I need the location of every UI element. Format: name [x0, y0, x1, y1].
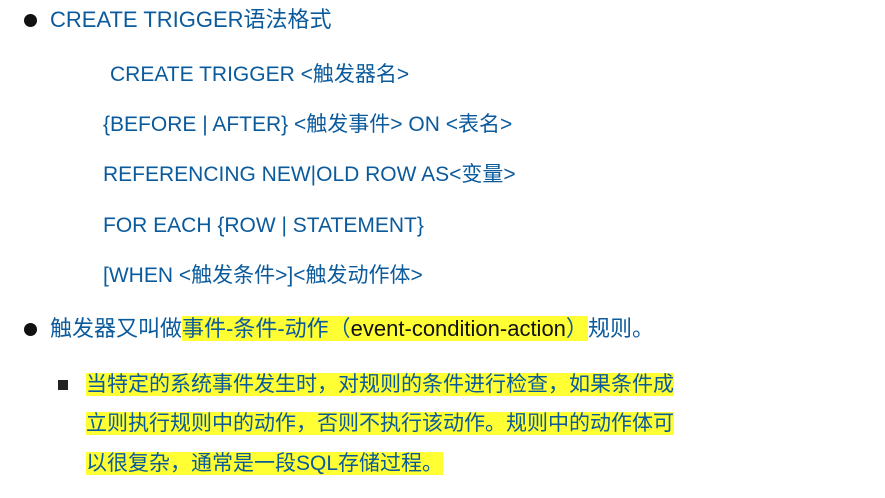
heading-create-trigger: CREATE TRIGGER语法格式	[50, 7, 332, 32]
definition-prefix: 触发器又叫做	[50, 316, 183, 341]
sub-line-2: 立则执行规则中的动作，否则不执行该动作。规则中的动作体可	[86, 410, 674, 438]
definition-suffix: 规则。	[587, 316, 654, 341]
sub-line-1: 当特定的系统事件发生时，对规则的条件进行检查，如果条件成	[86, 371, 674, 399]
bullet-dot-1	[24, 14, 37, 27]
sub-line-1-text: 当特定的系统事件发生时，对规则的条件进行检查，如果条件成	[86, 373, 674, 396]
sub-line-3: 以很复杂，通常是一段SQL存储过程。	[86, 450, 444, 478]
syntax-line-5: [WHEN <触发条件>]<触发动作体>	[103, 264, 423, 287]
syntax-line-4: FOR EACH {ROW | STATEMENT}	[103, 214, 424, 237]
sub-line-2-text: 立则执行规则中的动作，否则不执行该动作。规则中的动作体可	[86, 412, 674, 435]
syntax-line-2: {BEFORE | AFTER} <触发事件> ON <表名>	[103, 113, 513, 136]
syntax-line-1: CREATE TRIGGER <触发器名>	[110, 63, 410, 86]
sub-bullet-square	[58, 380, 68, 390]
bullet-dot-2	[24, 323, 37, 336]
eca-highlight-b: event-condition-action	[350, 316, 566, 341]
eca-highlight-c: ）	[565, 316, 588, 341]
trigger-definition: 触发器又叫做事件-条件-动作（event-condition-action）规则…	[50, 315, 654, 343]
sub-line-3-text: 以很复杂，通常是一段SQL存储过程。	[86, 452, 444, 475]
eca-highlight-a: 事件-条件-动作（	[182, 316, 351, 341]
syntax-line-3: REFERENCING NEW|OLD ROW AS<变量>	[103, 163, 516, 186]
